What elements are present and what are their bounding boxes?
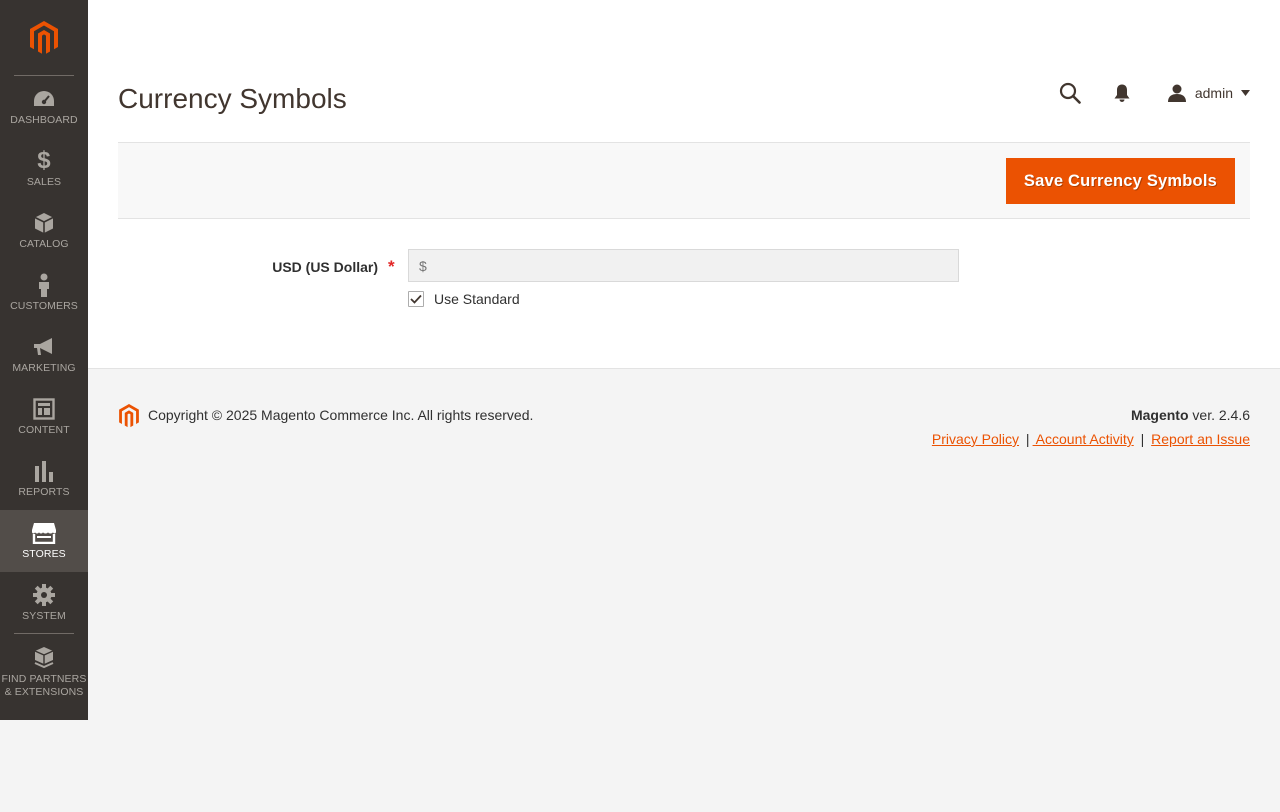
sidebar-item-reports[interactable]: Reports (0, 448, 88, 510)
user-icon (1167, 83, 1187, 103)
link-separator: | (1140, 431, 1145, 447)
person-icon (31, 273, 57, 297)
account-activity-link[interactable]: Account Activity (1033, 431, 1134, 447)
dashboard-icon (31, 87, 57, 111)
sidebar-item-customers[interactable]: Customers (0, 262, 88, 324)
sidebar-item-label: Sales (26, 176, 62, 188)
boxes-icon (31, 646, 57, 670)
sidebar-item-content[interactable]: Content (0, 386, 88, 448)
bar-chart-icon (31, 459, 57, 483)
save-currency-symbols-button[interactable]: Save Currency Symbols (1005, 158, 1235, 204)
admin-user-menu[interactable]: admin (1167, 83, 1250, 103)
sidebar-item-label: Dashboard (10, 114, 78, 126)
link-separator: | (1025, 431, 1030, 447)
copyright-text: Copyright © 2025 Magento Commerce Inc. A… (148, 407, 534, 423)
main-content: Currency Symbols admin Save Currency Sym… (88, 0, 1280, 369)
footer-links: Privacy Policy | Account Activity | Repo… (932, 430, 1250, 448)
sidebar-item-system[interactable]: System (0, 572, 88, 634)
dollar-icon: $ (37, 147, 51, 174)
bell-icon[interactable] (1107, 78, 1137, 108)
sidebar-item-label: System (22, 610, 66, 622)
sidebar-item-dashboard[interactable]: Dashboard (0, 76, 88, 138)
sidebar-item-label: Stores (22, 548, 66, 560)
usd-field-label: USD (US Dollar) (272, 259, 378, 275)
megaphone-icon (31, 335, 57, 359)
sidebar-item-label: Marketing (12, 362, 76, 374)
version-number: ver. 2.4.6 (1188, 407, 1250, 423)
header-actions: admin (1055, 78, 1250, 108)
sidebar-item-label: Catalog (19, 238, 69, 250)
sidebar-divider (14, 633, 74, 634)
checkmark-icon (410, 294, 422, 304)
sidebar-item-label: Content (18, 424, 70, 436)
gear-icon (31, 583, 57, 607)
layout-icon (31, 397, 57, 421)
sidebar-item-marketing[interactable]: Marketing (0, 324, 88, 386)
chevron-down-icon (1241, 90, 1250, 96)
brand-name: Magento (1130, 407, 1189, 423)
version-info: Magento ver. 2.4.6 (1131, 406, 1250, 424)
cube-icon (31, 211, 57, 235)
sidebar-item-catalog[interactable]: Catalog (0, 200, 88, 262)
magento-logo[interactable] (14, 0, 74, 76)
storefront-icon (31, 521, 57, 545)
required-indicator: * (388, 257, 395, 276)
admin-sidebar: Dashboard $ Sales Catalog Customers Mark… (0, 0, 88, 720)
search-icon[interactable] (1055, 78, 1085, 108)
page-actions-bar: Save Currency Symbols (118, 142, 1250, 219)
usd-symbol-input[interactable] (408, 249, 959, 282)
privacy-policy-link[interactable]: Privacy Policy (932, 431, 1019, 447)
use-standard-label: Use Standard (434, 291, 520, 307)
sidebar-item-label: Find Partners & Extensions (1, 672, 87, 698)
sidebar-item-partners[interactable]: Find Partners & Extensions (0, 640, 88, 704)
use-standard-option[interactable]: Use Standard (408, 290, 520, 308)
page-title: Currency Symbols (118, 83, 347, 114)
use-standard-checkbox[interactable] (408, 291, 424, 307)
magento-footer-logo-icon (118, 404, 140, 428)
sidebar-item-label: Customers (10, 300, 78, 312)
sidebar-item-sales[interactable]: $ Sales (0, 138, 88, 200)
admin-username: admin (1194, 85, 1233, 101)
report-issue-link[interactable]: Report an Issue (1151, 431, 1250, 447)
sidebar-item-label: Reports (18, 486, 70, 498)
magento-logo-icon (30, 20, 58, 54)
sidebar-item-stores[interactable]: Stores (0, 510, 88, 572)
